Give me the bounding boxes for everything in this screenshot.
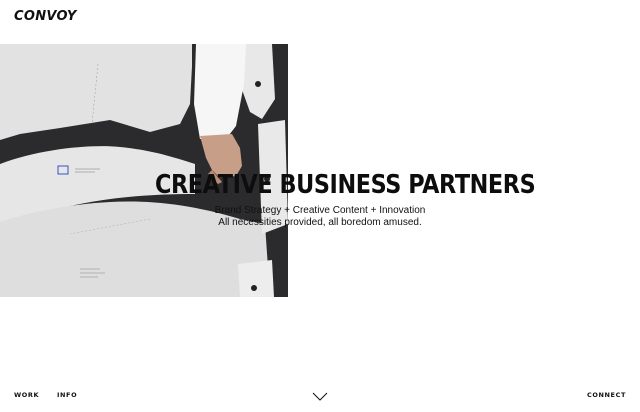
tagline-motto: All necessities provided, all boredom am… (218, 217, 422, 228)
chevron-down-icon[interactable] (312, 389, 328, 401)
tagline-services: Brand Strategy + Creative Content + Inno… (214, 205, 426, 216)
nav-connect-link[interactable]: CONNECT (587, 391, 626, 399)
nav-work-link[interactable]: WORK (14, 391, 39, 399)
nav-info-link[interactable]: INFO (57, 391, 77, 399)
page-title: CREATIVE BUSINESS PARTNERS (155, 170, 536, 200)
logo[interactable]: CONVOY (14, 9, 77, 24)
